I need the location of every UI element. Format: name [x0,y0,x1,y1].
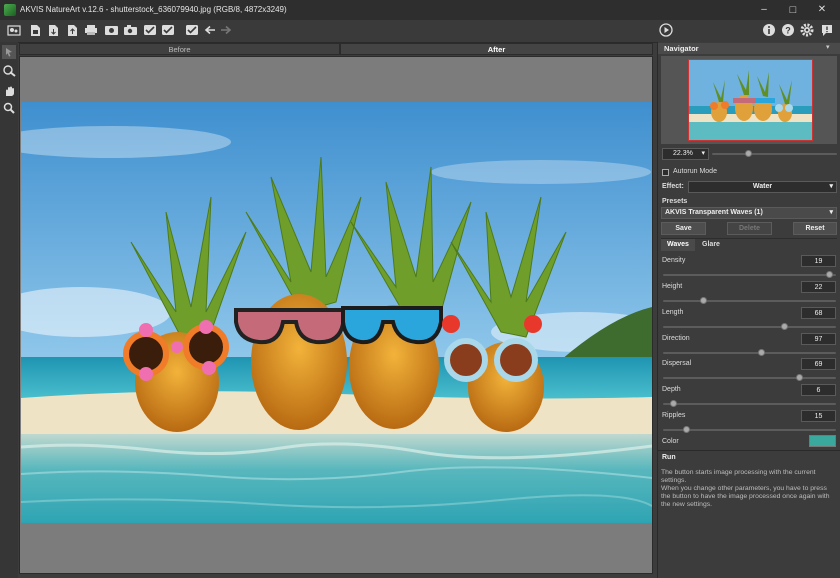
camera-icon[interactable] [123,23,138,37]
hand-tool-icon[interactable] [2,84,16,98]
depth-value[interactable]: 6 [801,384,836,396]
print-icon[interactable] [83,23,98,37]
direction-slider-thumb[interactable] [757,349,765,356]
dispersal-value[interactable]: 69 [801,358,836,370]
navigator-menu-icon[interactable]: ▾ [826,43,830,51]
home-icon[interactable] [6,23,21,37]
chevron-down-icon: ▾ [829,209,833,216]
autorun-label: Autorun Mode [673,168,717,175]
direction-slider-track[interactable] [663,352,836,354]
svg-text:?: ? [785,26,791,36]
tab-glare[interactable]: Glare [697,239,725,251]
zoom-slider-track[interactable] [712,153,837,155]
export-icon[interactable] [64,23,79,37]
navigator-thumbnail[interactable] [688,59,813,141]
check-icon[interactable] [160,23,175,37]
dispersal-slider-thumb[interactable] [795,374,803,381]
depth-label: Depth [662,386,681,393]
brush-check-icon[interactable] [142,23,157,37]
direction-value[interactable]: 97 [801,333,836,345]
chevron-down-icon: ▾ [701,150,705,157]
navigator-header: Navigator [658,43,840,54]
zoom-tool-icon[interactable] [2,101,16,115]
navigator-title: Navigator [664,44,699,53]
open-file-icon[interactable] [27,23,42,37]
dispersal-slider-track[interactable] [663,377,836,379]
height-slider-track[interactable] [663,300,836,302]
density-value[interactable]: 19 [801,255,836,267]
help-text: The button starts image processing with … [661,469,837,509]
length-value[interactable]: 68 [801,307,836,319]
notification-icon[interactable] [819,23,834,37]
preset-value: AKVIS Transparent Waves (1) [665,209,763,216]
length-slider-thumb[interactable] [780,323,788,330]
save-file-icon[interactable] [45,23,60,37]
help-title: Run [662,454,676,461]
save-preset-button[interactable]: Save [661,222,706,235]
help-line-2: When you change other parameters, you ha… [661,485,830,508]
help-divider [658,450,840,451]
length-label: Length [662,309,684,316]
window-title: AKVIS NatureArt v.12.6 - shutterstock_63… [20,5,287,14]
redo-icon[interactable] [218,23,233,37]
check-mark-icon[interactable] [184,23,199,37]
height-slider-thumb[interactable] [699,297,707,304]
zoom-select[interactable]: 22.3% ▾ [662,148,709,160]
batch-icon[interactable] [104,23,119,37]
run-icon[interactable] [658,23,673,37]
help-icon[interactable]: ? [780,23,795,37]
reset-preset-button[interactable]: Reset [793,222,837,235]
length-slider-track[interactable] [663,326,836,328]
density-label: Density [662,257,686,264]
effect-select[interactable]: Water ▾ [688,181,837,193]
app-logo-icon [4,4,16,16]
maximize-button[interactable]: □ [785,3,801,17]
zoom-value: 22.3% [673,150,693,157]
color-label: Color [662,438,679,445]
minimize-button[interactable]: – [756,3,772,17]
direction-label: Direction [662,335,690,342]
brush-tool-icon[interactable] [2,64,16,78]
height-value[interactable]: 22 [801,281,836,293]
dispersal-label: Dispersal [662,360,692,367]
info-icon[interactable] [761,23,776,37]
arrow-tool-icon[interactable] [2,45,16,59]
depth-slider-track[interactable] [663,403,836,405]
settings-icon[interactable] [799,23,814,37]
effect-label: Effect: [662,183,684,190]
effect-value: Water [752,183,773,190]
close-button[interactable]: ✕ [814,3,830,17]
autorun-checkbox[interactable] [662,169,669,176]
density-slider-thumb[interactable] [825,271,833,278]
presets-label: Presets [662,198,688,205]
zoom-slider-thumb[interactable] [745,150,753,157]
result-image[interactable] [21,102,652,523]
tools-sidebar [0,42,18,578]
color-swatch[interactable] [809,435,836,447]
tab-waves[interactable]: Waves [661,239,695,251]
delete-preset-button[interactable]: Delete [727,222,772,235]
tab-after[interactable]: After [340,43,653,55]
density-slider-track[interactable] [663,274,836,276]
chevron-down-icon: ▾ [829,183,833,190]
ripples-value[interactable]: 15 [801,410,836,422]
ripples-label: Ripples [662,412,686,419]
depth-slider-thumb[interactable] [669,400,677,407]
undo-icon[interactable] [202,23,217,37]
preset-select[interactable]: AKVIS Transparent Waves (1) ▾ [661,207,837,219]
tab-before[interactable]: Before [19,43,340,55]
ripples-slider-thumb[interactable] [682,426,690,433]
height-label: Height [662,283,683,290]
help-line-1: The button starts image processing with … [661,469,816,484]
